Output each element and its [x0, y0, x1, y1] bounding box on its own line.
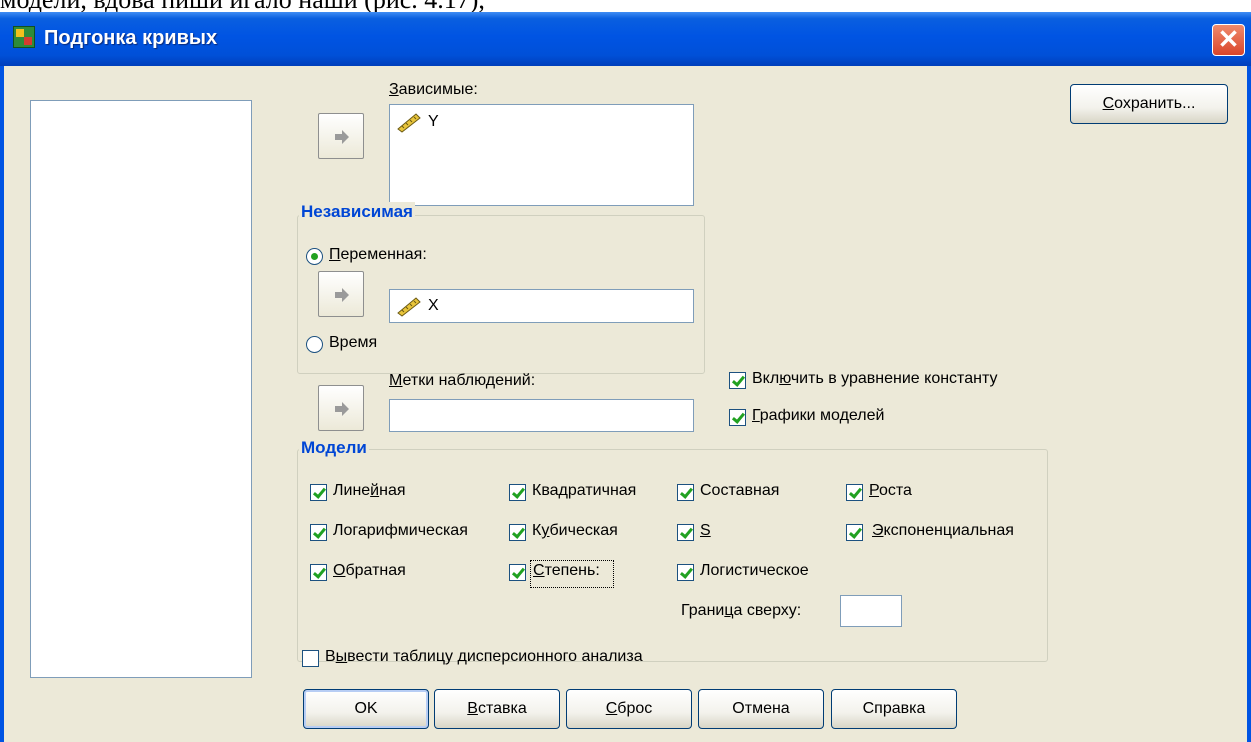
- variable-radio-label: Переменная:: [329, 246, 427, 263]
- model-logarithmic-checkbox[interactable]: [310, 524, 327, 541]
- models-group-title: Модели: [299, 438, 369, 458]
- plot-models-checkbox[interactable]: [729, 409, 746, 426]
- time-radio-label: Время: [329, 334, 378, 351]
- model-logarithmic-label: Логарифмическая: [333, 522, 468, 539]
- include-constant-checkbox[interactable]: [729, 372, 746, 389]
- window-title: Подгонка кривых: [44, 27, 218, 49]
- independent-variable-value: X: [428, 297, 439, 314]
- model-logistic-checkbox[interactable]: [677, 564, 694, 581]
- ruler-icon: [397, 297, 421, 317]
- model-inverse-checkbox[interactable]: [310, 564, 327, 581]
- arrow-right-icon: [335, 130, 349, 144]
- close-button[interactable]: ✕: [1212, 24, 1245, 56]
- save-button[interactable]: Сохранить...: [1070, 84, 1228, 124]
- model-cubic-label: Кубическая: [532, 522, 618, 539]
- window-frame-right: [1247, 66, 1251, 742]
- model-linear-checkbox[interactable]: [310, 484, 327, 501]
- time-radio[interactable]: [306, 336, 323, 353]
- case-labels-field[interactable]: [389, 399, 694, 432]
- ruler-icon: [397, 113, 421, 133]
- model-s-checkbox[interactable]: [677, 524, 694, 541]
- paste-button[interactable]: Вставка: [434, 689, 560, 729]
- dependent-list[interactable]: Y: [389, 104, 694, 206]
- independent-variable-field[interactable]: X: [389, 289, 694, 323]
- model-inverse-label: Обратная: [333, 562, 406, 579]
- close-icon: ✕: [1217, 24, 1240, 54]
- case-labels-move-button[interactable]: [318, 385, 364, 431]
- dependent-move-button[interactable]: [318, 113, 364, 159]
- app-icon: [13, 26, 35, 48]
- model-logistic-label: Логистическое: [700, 562, 809, 579]
- independent-group-title: Независимая: [299, 202, 415, 222]
- model-linear-label: Линейная: [333, 482, 406, 499]
- model-cubic-checkbox[interactable]: [509, 524, 526, 541]
- anova-table-label: Вывести таблицу дисперсионного анализа: [325, 648, 643, 665]
- background-document-text: модели, вдова пиши игало наши (рис. 4.17…: [0, 0, 1251, 12]
- anova-table-checkbox[interactable]: [302, 650, 319, 667]
- model-quadratic-checkbox[interactable]: [509, 484, 526, 501]
- include-constant-label: Включить в уравнение константу: [752, 370, 998, 387]
- title-bar[interactable]: Подгонка кривых ✕: [0, 12, 1251, 66]
- model-compound-label: Составная: [700, 482, 780, 499]
- independent-move-button[interactable]: [318, 271, 364, 317]
- variable-radio[interactable]: [306, 248, 323, 265]
- model-power-label: Степень:: [533, 562, 600, 579]
- window-frame-left: [0, 66, 4, 742]
- dependent-label: Зависимые:: [389, 81, 478, 98]
- model-s-label: S: [700, 522, 711, 539]
- reset-button[interactable]: Сброс: [566, 689, 692, 729]
- model-exponential-label: Экспоненциальная: [872, 522, 1014, 539]
- model-growth-checkbox[interactable]: [846, 484, 863, 501]
- cancel-button[interactable]: Отмена: [698, 689, 824, 729]
- model-quadratic-label: Квадратичная: [532, 482, 637, 499]
- ok-button[interactable]: OK: [303, 689, 429, 729]
- model-exponential-checkbox[interactable]: [846, 524, 863, 541]
- model-power-checkbox[interactable]: [509, 564, 526, 581]
- model-growth-label: Роста: [869, 482, 912, 499]
- models-group: [297, 449, 1048, 662]
- model-compound-checkbox[interactable]: [677, 484, 694, 501]
- upper-bound-field[interactable]: [840, 595, 902, 627]
- dependent-item-y[interactable]: Y: [428, 113, 439, 131]
- upper-bound-label: Граница сверху:: [681, 602, 802, 619]
- arrow-right-icon: [335, 402, 349, 416]
- plot-models-label: Графики моделей: [752, 407, 885, 424]
- help-button[interactable]: Справка: [831, 689, 957, 729]
- source-variable-list[interactable]: [30, 100, 252, 678]
- case-labels-label: Метки наблюдений:: [389, 372, 536, 389]
- arrow-right-icon: [335, 288, 349, 302]
- curve-fit-dialog: Подгонка кривых ✕ Зависимые: Y Сохранить…: [0, 12, 1251, 742]
